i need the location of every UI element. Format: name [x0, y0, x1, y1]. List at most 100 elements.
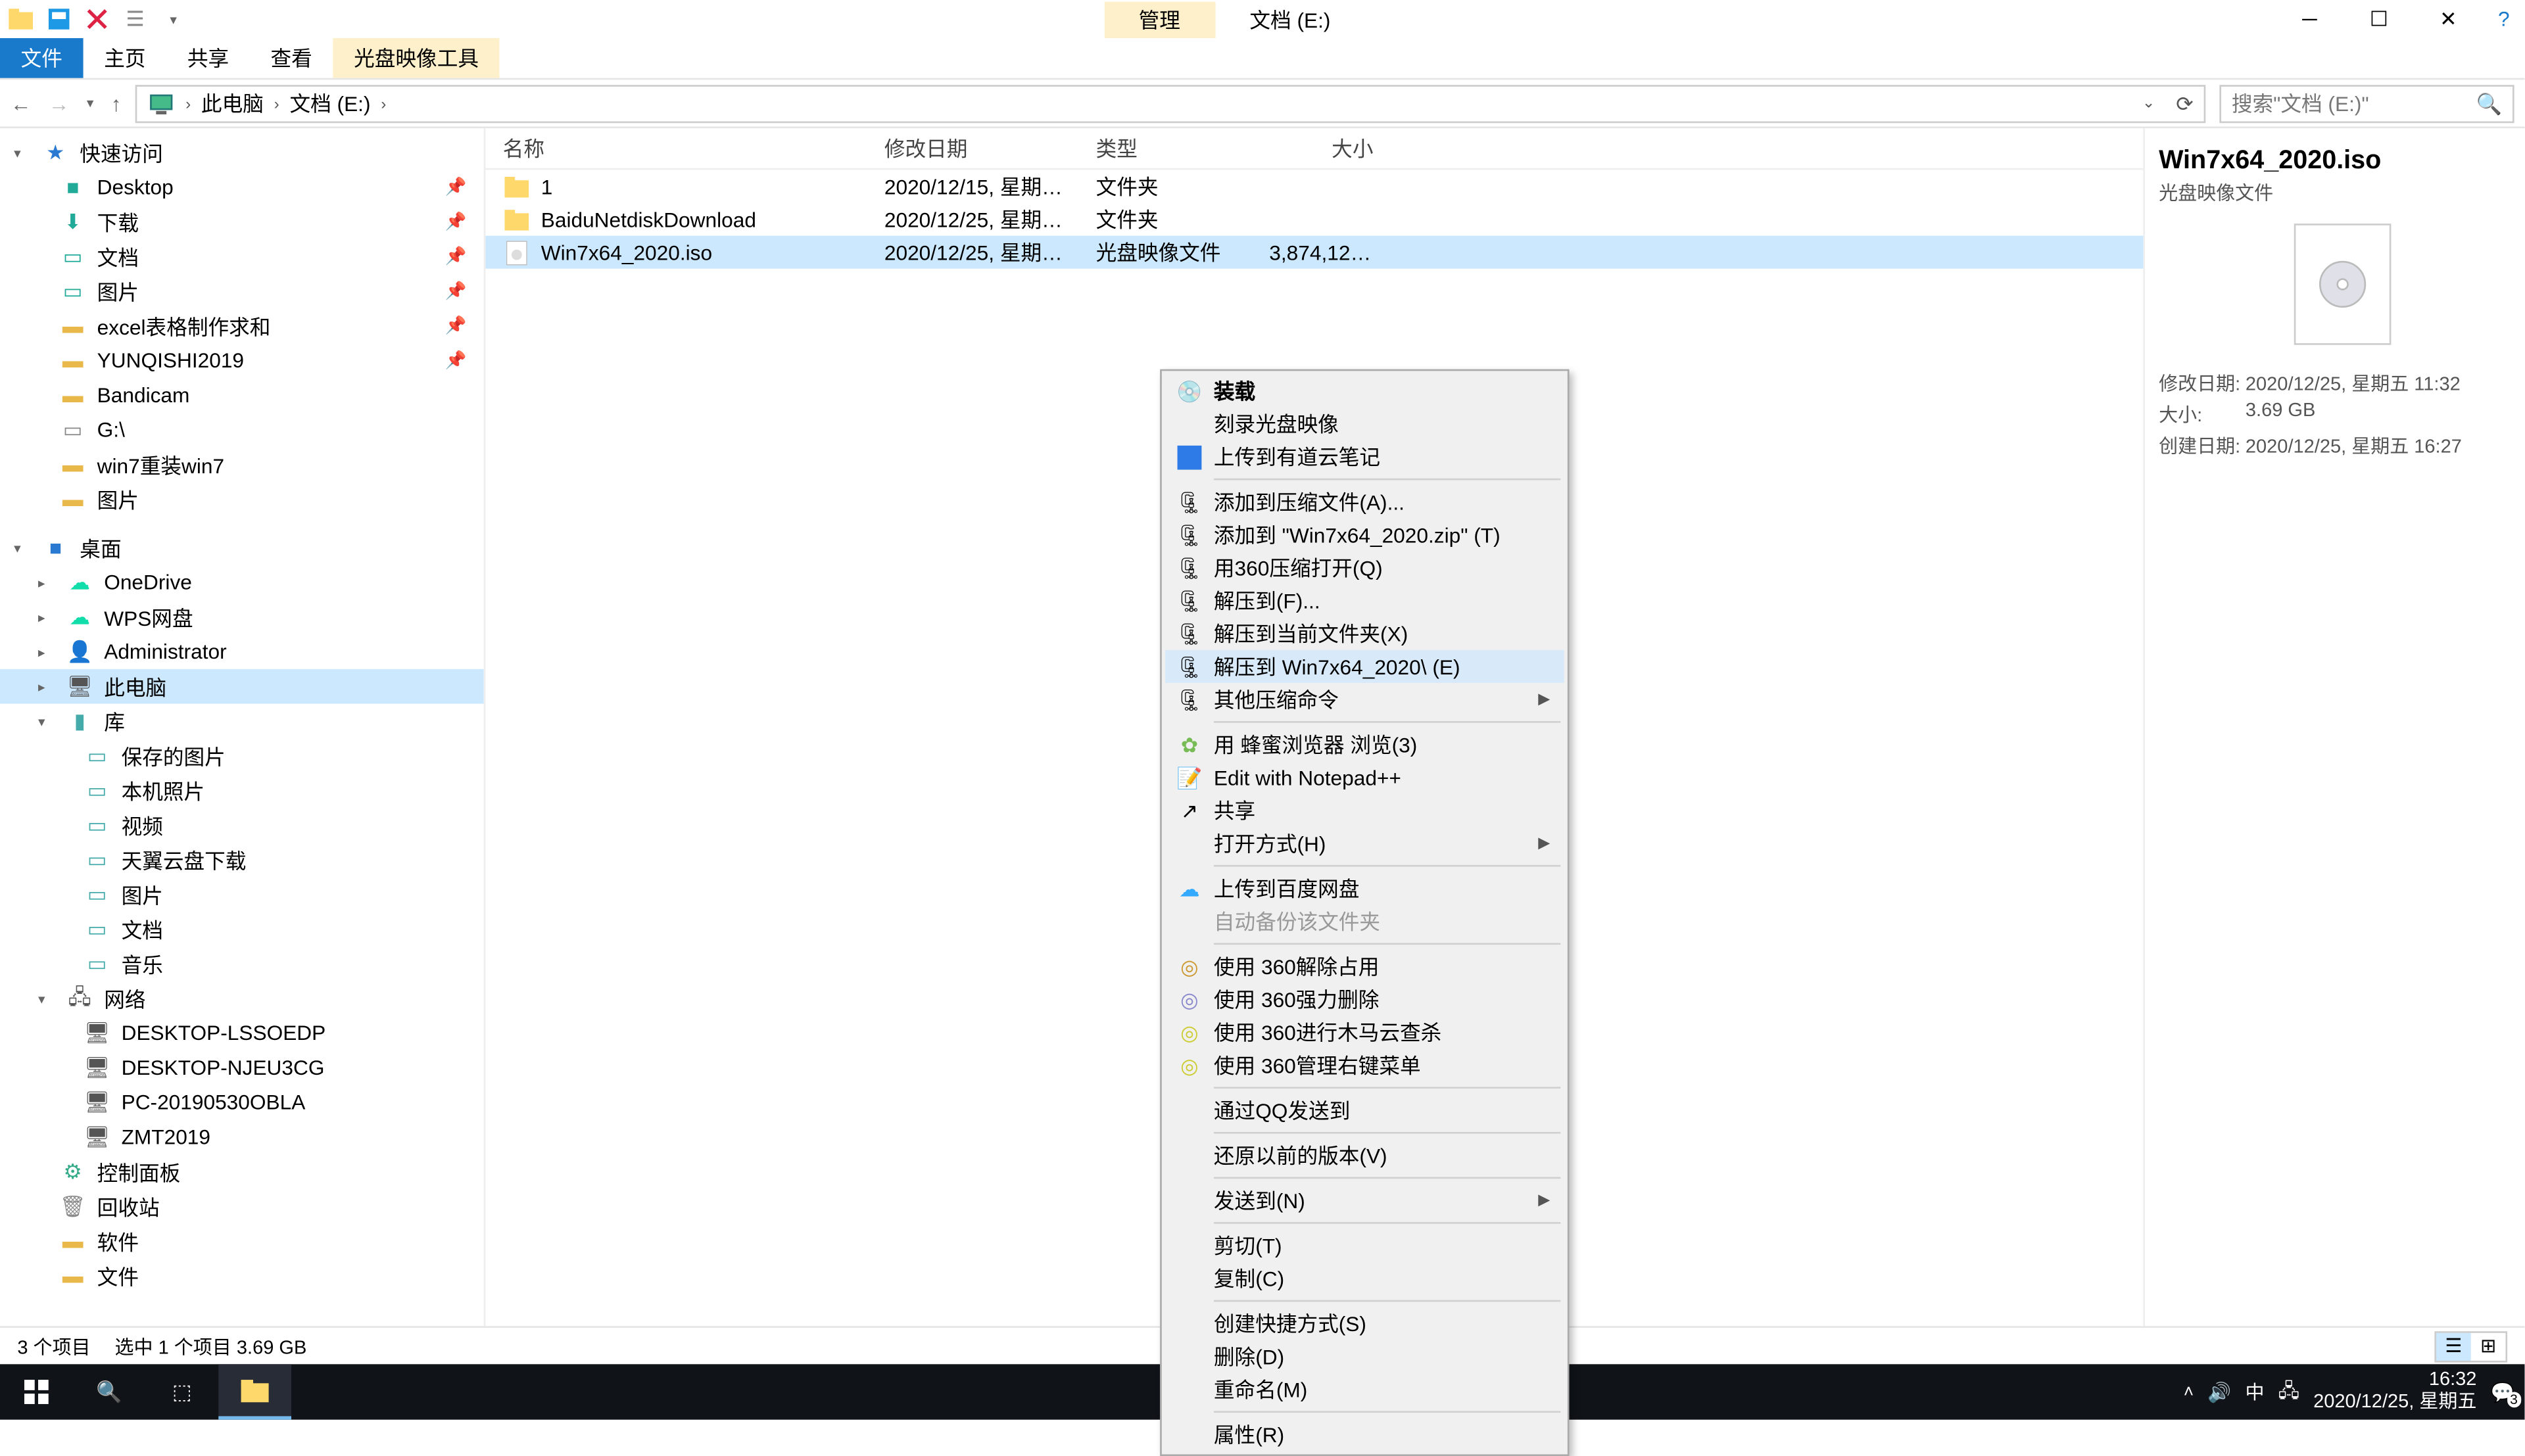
help-icon[interactable]: ?	[2483, 0, 2524, 38]
nav-back-button[interactable]: ←	[11, 91, 32, 115]
col-type[interactable]: 类型	[1078, 133, 1252, 163]
ctx-properties[interactable]: 属性(R)	[1165, 1418, 1564, 1451]
ctx-youdao[interactable]: 上传到有道云笔记	[1165, 440, 1564, 473]
tab-file[interactable]: 文件	[0, 38, 84, 78]
tree-folder-yunqishi[interactable]: ▬YUNQISHI2019📌	[0, 343, 484, 378]
tree-videos[interactable]: ▭视频	[0, 808, 484, 843]
tree-library[interactable]: ▾▮库	[0, 704, 484, 739]
search-button[interactable]: 🔍	[73, 1364, 146, 1419]
chevron-right-icon[interactable]: ›	[185, 95, 191, 112]
tree-desktop[interactable]: ■Desktop📌	[0, 170, 484, 204]
chevron-right-icon[interactable]: ›	[381, 95, 386, 112]
tree-music[interactable]: ▭音乐	[0, 947, 484, 981]
start-button[interactable]	[0, 1364, 73, 1419]
tree-downloads[interactable]: ⬇下载📌	[0, 204, 484, 239]
ctx-restore-prev[interactable]: 还原以前的版本(V)	[1165, 1139, 1564, 1172]
tree-documents[interactable]: ▭文档📌	[0, 239, 484, 274]
tree-documents2[interactable]: ▭文档	[0, 912, 484, 947]
file-row[interactable]: 12020/12/15, 星期二 1...文件夹	[485, 170, 2143, 202]
col-size[interactable]: 大小	[1252, 133, 1391, 163]
clock[interactable]: 16:32 2020/12/25, 星期五	[2313, 1369, 2476, 1415]
tab-share[interactable]: 共享	[166, 38, 250, 78]
tree-saved-pics[interactable]: ▭保存的图片	[0, 738, 484, 773]
tree-pictures3[interactable]: ▭图片	[0, 877, 484, 912]
tree-network[interactable]: ▾🖧网络	[0, 981, 484, 1016]
tree-folder-win7[interactable]: ▬win7重装win7	[0, 447, 484, 482]
tree-pc3[interactable]: 🖥PC-20190530OBLA	[0, 1085, 484, 1120]
tree-quick-access[interactable]: ▾★快速访问	[0, 135, 484, 170]
tree-recycle[interactable]: 🗑回收站	[0, 1189, 484, 1224]
file-row[interactable]: BaiduNetdiskDownload2020/12/25, 星期五 1...…	[485, 203, 2143, 236]
task-view-button[interactable]: ⬚	[146, 1364, 219, 1419]
tree-desktop-root[interactable]: ▾■桌面	[0, 530, 484, 565]
tray-up-icon[interactable]: ˄	[2184, 1382, 2194, 1401]
tree-pc4[interactable]: 🖥ZMT2019	[0, 1120, 484, 1155]
ctx-360-menu[interactable]: ◎使用 360管理右键菜单	[1165, 1048, 1564, 1081]
view-icons-button[interactable]: ⊞	[2471, 1332, 2506, 1360]
properties-icon[interactable]: ☰	[122, 5, 149, 33]
ctx-360-scan[interactable]: ◎使用 360进行木马云查杀	[1165, 1016, 1564, 1048]
tree-files[interactable]: ▬文件	[0, 1258, 484, 1293]
ctx-qq-send[interactable]: 通过QQ发送到	[1165, 1094, 1564, 1127]
tree-software[interactable]: ▬软件	[0, 1224, 484, 1259]
network-icon[interactable]: 🖧	[2278, 1375, 2299, 1408]
ctx-add-zip[interactable]: 🗜添加到 "Win7x64_2020.zip" (T)	[1165, 518, 1564, 551]
contextual-tab-manage[interactable]: 管理	[1104, 1, 1215, 37]
tree-local-pics[interactable]: ▭本机照片	[0, 773, 484, 808]
ctx-360-delete[interactable]: ◎使用 360强力删除	[1165, 983, 1564, 1016]
tree-onedrive[interactable]: ▸☁OneDrive	[0, 565, 484, 600]
view-details-button[interactable]: ☰	[2436, 1332, 2471, 1360]
ctx-baidu-upload[interactable]: ☁上传到百度网盘	[1165, 872, 1564, 904]
tree-pc2[interactable]: 🖥DESKTOP-NJEU3CG	[0, 1050, 484, 1085]
ctx-share[interactable]: ↗共享	[1165, 794, 1564, 827]
ctx-extract-to[interactable]: 🗜解压到(F)...	[1165, 584, 1564, 617]
ctx-other-compress[interactable]: 🗜其他压缩命令▶	[1165, 683, 1564, 716]
crumb-this-pc[interactable]: 此电脑	[201, 88, 264, 118]
search-icon[interactable]: 🔍	[2476, 91, 2502, 115]
ctx-cut[interactable]: 剪切(T)	[1165, 1229, 1564, 1262]
tree-wps[interactable]: ▸☁WPS网盘	[0, 599, 484, 634]
ctx-mount[interactable]: 💿装载	[1165, 375, 1564, 408]
ctx-send-to[interactable]: 发送到(N)▶	[1165, 1184, 1564, 1217]
nav-forward-button[interactable]: →	[49, 91, 70, 115]
address-dropdown-icon[interactable]: ⌄	[2142, 93, 2155, 112]
ctx-extract-named[interactable]: 🗜解压到 Win7x64_2020\ (E)	[1165, 650, 1564, 683]
ime-indicator[interactable]: 中	[2246, 1378, 2265, 1405]
ctx-notepad[interactable]: 📝Edit with Notepad++	[1165, 761, 1564, 794]
file-row[interactable]: Win7x64_2020.iso2020/12/25, 星期五 1...光盘映像…	[485, 236, 2143, 269]
crumb-drive[interactable]: 文档 (E:)	[289, 88, 370, 118]
close-button[interactable]: ✕	[2414, 0, 2483, 38]
chevron-right-icon[interactable]: ›	[274, 95, 279, 112]
ctx-add-archive[interactable]: 🗜添加到压缩文件(A)...	[1165, 485, 1564, 518]
tree-tianyiyun[interactable]: ▭天翼云盘下载	[0, 843, 484, 878]
ctx-open-with[interactable]: 打开方式(H)▶	[1165, 827, 1564, 860]
col-date[interactable]: 修改日期	[867, 133, 1079, 163]
tree-control-panel[interactable]: ⚙控制面板	[0, 1154, 484, 1189]
col-name[interactable]: 名称	[485, 133, 867, 163]
ctx-open-360[interactable]: 🗜用360压缩打开(Q)	[1165, 552, 1564, 584]
qat-dropdown-icon[interactable]: ▾	[160, 5, 187, 33]
ctx-burn[interactable]: 刻录光盘映像	[1165, 408, 1564, 440]
breadcrumb[interactable]: › 此电脑 › 文档 (E:) › ⌄ ⟳	[135, 84, 2206, 122]
ctx-shortcut[interactable]: 创建快捷方式(S)	[1165, 1307, 1564, 1340]
ctx-rename[interactable]: 重命名(M)	[1165, 1373, 1564, 1406]
volume-icon[interactable]: 🔊	[2207, 1380, 2231, 1403]
tree-administrator[interactable]: ▸👤Administrator	[0, 634, 484, 669]
notification-icon[interactable]: 💬3	[2491, 1380, 2514, 1403]
tree-folder-pictures2[interactable]: ▬图片	[0, 482, 484, 517]
ctx-extract-here[interactable]: 🗜解压到当前文件夹(X)	[1165, 617, 1564, 650]
save-icon[interactable]	[45, 5, 73, 33]
ctx-bee-browser[interactable]: ✿用 蜂蜜浏览器 浏览(3)	[1165, 728, 1564, 761]
ctx-360-unlock[interactable]: ◎使用 360解除占用	[1165, 950, 1564, 983]
tab-view[interactable]: 查看	[250, 38, 333, 78]
nav-up-button[interactable]: ↑	[111, 91, 122, 115]
tree-pictures[interactable]: ▭图片📌	[0, 274, 484, 309]
nav-history-dropdown[interactable]: ▾	[87, 95, 94, 111]
tree-folder-excel[interactable]: ▬excel表格制作求和📌	[0, 308, 484, 343]
search-input[interactable]: 搜索"文档 (E:)" 🔍	[2219, 84, 2514, 122]
maximize-button[interactable]: ☐	[2344, 0, 2413, 38]
tab-disc-tools[interactable]: 光盘映像工具	[333, 38, 499, 78]
ctx-delete[interactable]: 删除(D)	[1165, 1340, 1564, 1373]
tree-folder-bandicam[interactable]: ▬Bandicam	[0, 378, 484, 413]
tree-drive-g[interactable]: ▭G:\	[0, 413, 484, 448]
